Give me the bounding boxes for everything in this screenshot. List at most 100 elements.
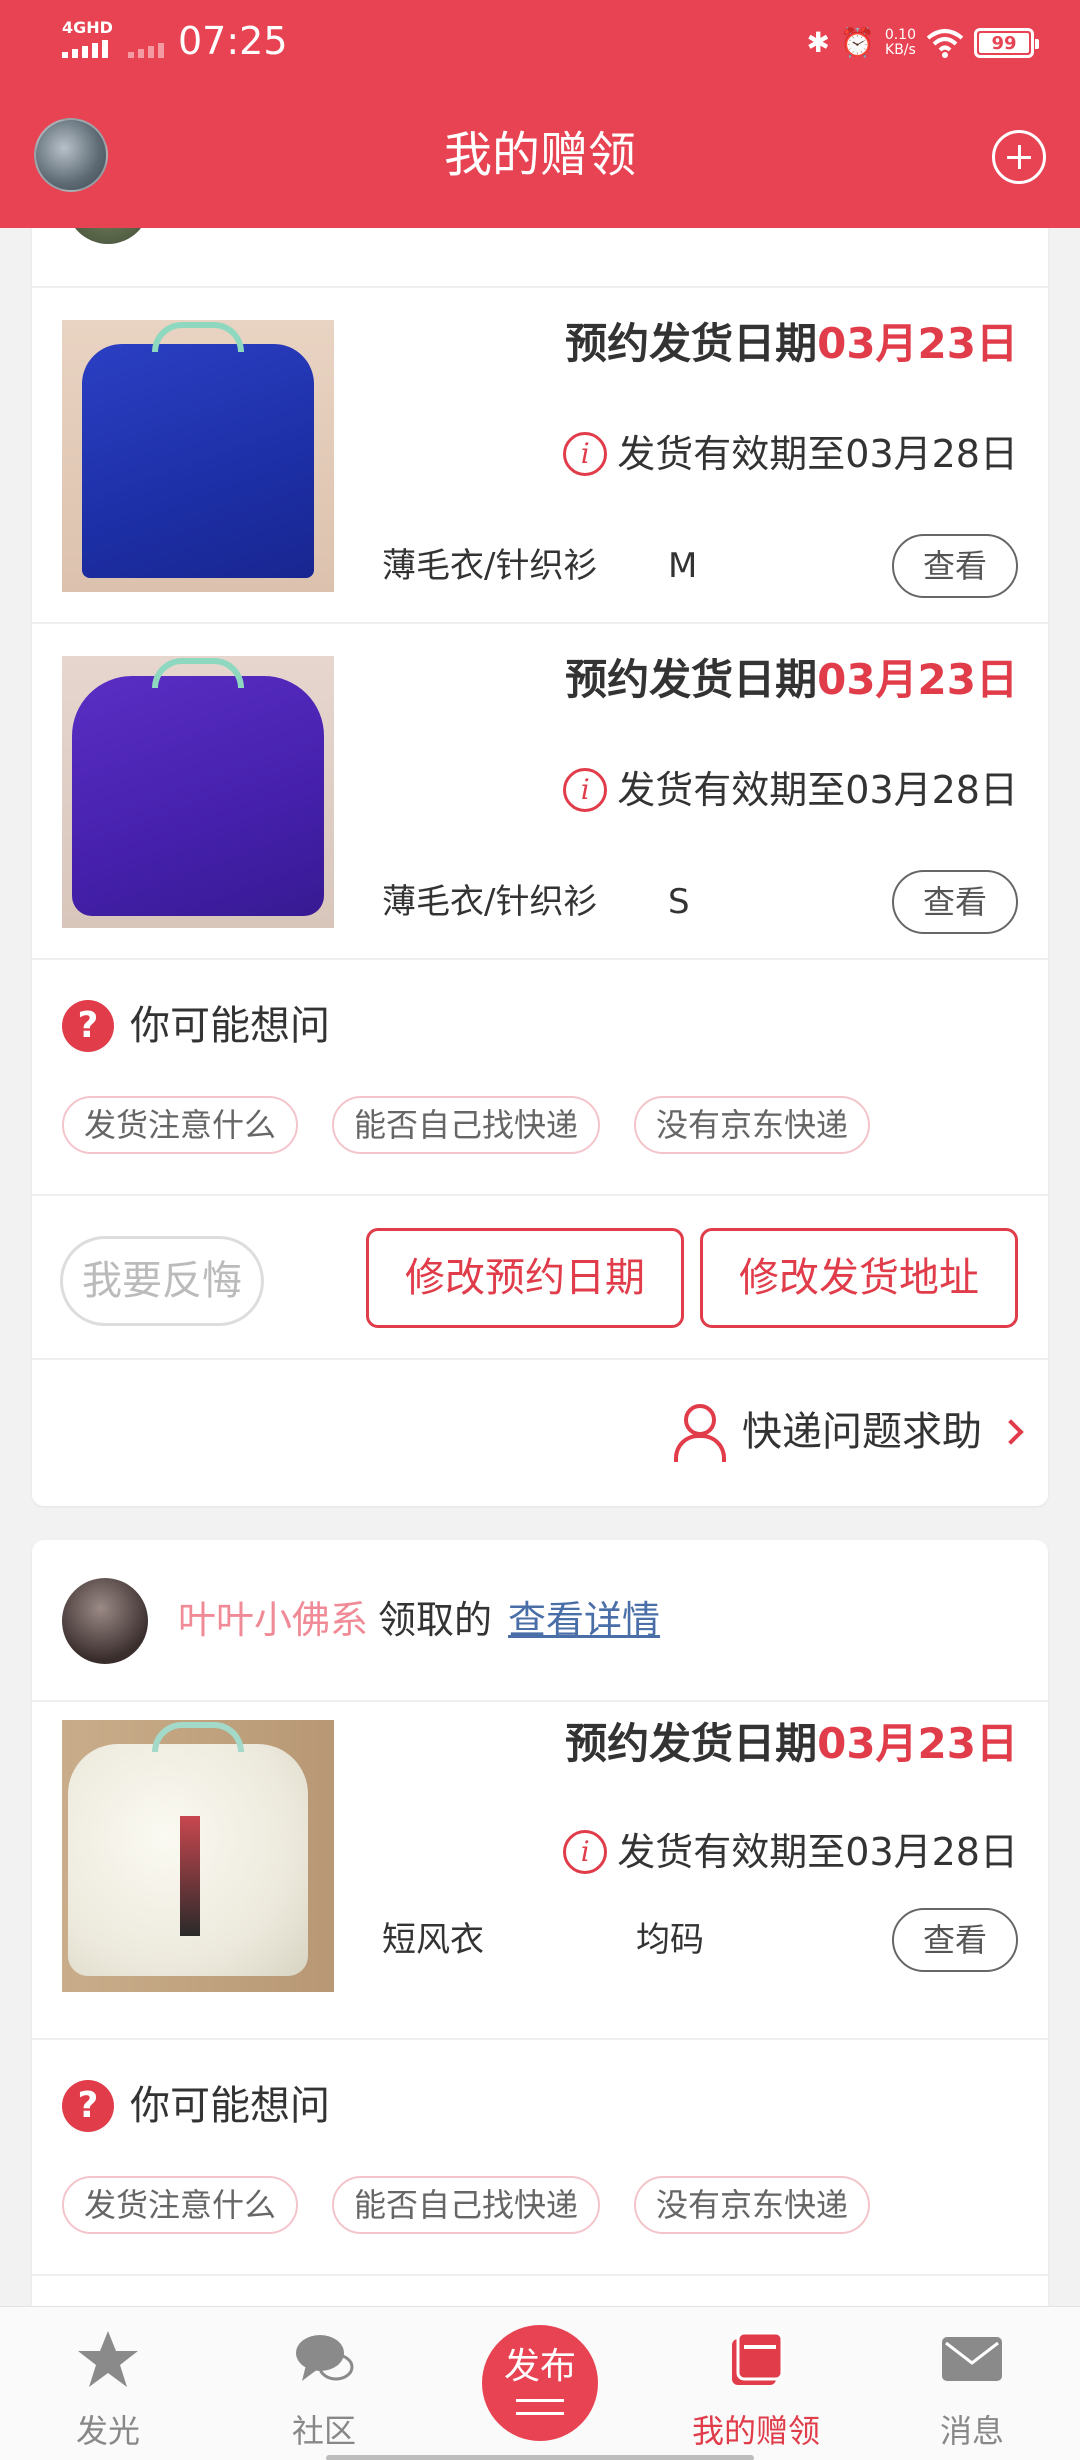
schedule-label: 预约发货日期: [565, 319, 818, 368]
schedule-label: 预约发货日期: [565, 655, 818, 704]
nav-item-community[interactable]: 社区: [244, 2307, 404, 2460]
nav-label: 社区: [291, 2412, 356, 2450]
courier-help[interactable]: 快递问题求助: [670, 1402, 1024, 1462]
speed-unit: KB/s: [885, 42, 916, 58]
nav-label: 我的赠领: [691, 2412, 820, 2450]
claimer-line: 叶叶小佛系 领取的 查看详情: [178, 1590, 660, 1650]
validity-text: 发货有效期至03月28日: [617, 1830, 1018, 1874]
gift-item: 预约发货日期03月23日 i 发货有效期至03月28日: [32, 1700, 1048, 1992]
schedule-date: 03月23日: [817, 655, 1018, 704]
item-size: M: [668, 546, 698, 586]
gift-card: 预约发货日期03月23日 i 发货有效期至03月28日 薄毛衣/针织衫 M 查看…: [32, 200, 1048, 1506]
item-photo[interactable]: [62, 656, 334, 928]
change-date-button[interactable]: 修改预约日期: [366, 1228, 684, 1328]
person-icon: [670, 1402, 726, 1462]
gift-item-footer: 短风衣 均码 查看: [32, 1908, 1048, 2052]
faq-section: ? 你可能想问 发货注意什么 能否自己找快递 没有京东快递: [32, 2038, 1048, 2274]
faq-chip[interactable]: 能否自己找快递: [332, 2176, 601, 2234]
claimer-verb: 领取的: [378, 1598, 493, 1642]
faq-chip[interactable]: 发货注意什么: [62, 2176, 299, 2234]
nav-item-messages[interactable]: 消息: [892, 2307, 1052, 2460]
chat-icon: [296, 2335, 354, 2381]
courier-help-row[interactable]: 快递问题求助: [32, 1358, 1048, 1506]
faq-heading: ? 你可能想问: [62, 998, 330, 1054]
chevron-right-icon: [998, 1419, 1024, 1445]
app-header: 4GHD 07:25 ✱ ⏰ 0.10 KB/s 99 我的赠领: [0, 0, 1080, 228]
publish-icon: [516, 2399, 564, 2415]
scheduled-ship-date: 预约发货日期03月23日: [565, 650, 1018, 710]
publish-button[interactable]: 发布: [482, 2325, 598, 2441]
page-title: 我的赠领: [443, 127, 636, 183]
faq-chip[interactable]: 发货注意什么: [62, 1096, 299, 1154]
info-icon: i: [563, 1830, 608, 1874]
validity-text: 发货有效期至03月28日: [617, 768, 1018, 812]
view-button[interactable]: 查看: [892, 870, 1018, 934]
change-address-button[interactable]: 修改发货地址: [700, 1228, 1018, 1328]
nav-item-glow[interactable]: 发光: [28, 2307, 188, 2460]
gift-item: 预约发货日期03月23日 i 发货有效期至03月28日 薄毛衣/针织衫 S 查看: [32, 622, 1048, 958]
faq-chips: 发货注意什么 能否自己找快递 没有京东快递: [62, 1096, 871, 1154]
view-button[interactable]: 查看: [892, 534, 1018, 598]
faq-heading: ? 你可能想问: [62, 2078, 330, 2134]
gift-box-icon: [732, 2331, 784, 2385]
validity-row: i 发货有效期至03月28日: [563, 1824, 1018, 1880]
faq-section: ? 你可能想问 发货注意什么 能否自己找快递 没有京东快递: [32, 958, 1048, 1194]
signal-secondary-icon: [128, 43, 164, 58]
battery-level: 99: [991, 32, 1017, 54]
claimer-name[interactable]: 叶叶小佛系: [178, 1598, 368, 1642]
nav-label: 消息: [939, 2412, 1004, 2450]
item-category: 薄毛衣/针织衫: [382, 546, 598, 586]
status-bar: 4GHD 07:25 ✱ ⏰ 0.10 KB/s 99: [0, 0, 1080, 84]
speed-value: 0.10: [884, 27, 916, 43]
publish-label: 发布: [503, 2346, 576, 2387]
question-icon: ?: [62, 1000, 114, 1052]
item-category: 短风衣: [382, 1920, 484, 1960]
bottom-navigation: 发光 社区 发布 我的赠领 消息: [0, 2306, 1080, 2460]
claimer-header: 叶叶小佛系 领取的 查看详情: [32, 1540, 1048, 1700]
gift-item: 预约发货日期03月23日 i 发货有效期至03月28日 薄毛衣/针织衫 M 查看: [32, 286, 1048, 622]
star-icon: [78, 2331, 138, 2387]
mail-icon: [942, 2337, 1002, 2381]
view-details-link[interactable]: 查看详情: [508, 1598, 660, 1642]
view-button[interactable]: 查看: [892, 1908, 1018, 1972]
add-icon[interactable]: [992, 130, 1046, 184]
schedule-label: 预约发货日期: [565, 1719, 818, 1768]
schedule-date: 03月23日: [817, 319, 1018, 368]
home-indicator[interactable]: [326, 2455, 754, 2460]
faq-title: 你可能想问: [130, 1003, 330, 1049]
item-size: S: [668, 882, 690, 922]
wifi-icon: [926, 29, 964, 58]
schedule-date: 03月23日: [817, 1719, 1018, 1768]
clock: 07:25: [178, 19, 288, 63]
item-photo[interactable]: [62, 320, 334, 592]
bluetooth-icon: ✱: [806, 26, 830, 59]
regret-button[interactable]: 我要反悔: [60, 1236, 264, 1326]
faq-title: 你可能想问: [130, 2083, 330, 2129]
alarm-icon: ⏰: [839, 26, 875, 59]
network-speed: 0.10 KB/s: [885, 28, 916, 58]
item-category: 薄毛衣/针织衫: [382, 882, 598, 922]
validity-row: i 发货有效期至03月28日: [563, 762, 1018, 818]
status-icons: ✱ ⏰ 0.10 KB/s 99: [806, 20, 1039, 66]
faq-chip[interactable]: 没有京东快递: [634, 2176, 871, 2234]
validity-text: 发货有效期至03月28日: [617, 432, 1018, 476]
validity-row: i 发货有效期至03月28日: [563, 426, 1018, 482]
info-icon: i: [563, 432, 608, 476]
faq-chips: 发货注意什么 能否自己找快递 没有京东快递: [62, 2176, 871, 2234]
signal-icon: [62, 40, 108, 58]
nav-label: 发光: [75, 2412, 140, 2450]
scheduled-ship-date: 预约发货日期03月23日: [565, 314, 1018, 374]
network-type: 4GHD: [62, 18, 113, 37]
action-row: 我要反悔 修改预约日期 修改发货地址: [32, 1194, 1048, 1358]
claimer-avatar[interactable]: [62, 1578, 148, 1664]
info-icon: i: [563, 768, 608, 812]
courier-help-label: 快递问题求助: [742, 1409, 982, 1455]
question-icon: ?: [62, 2080, 114, 2132]
battery-icon: 99: [974, 28, 1039, 58]
item-size: 均码: [636, 1920, 704, 1960]
faq-chip[interactable]: 能否自己找快递: [332, 1096, 601, 1154]
gift-card: 叶叶小佛系 领取的 查看详情 预约发货日期03月23日 i 发货有效期至03月28日…: [32, 1540, 1048, 2320]
faq-chip[interactable]: 没有京东快递: [634, 1096, 871, 1154]
nav-item-my-gifts[interactable]: 我的赠领: [676, 2307, 836, 2460]
scheduled-ship-date: 预约发货日期03月23日: [565, 1714, 1018, 1774]
